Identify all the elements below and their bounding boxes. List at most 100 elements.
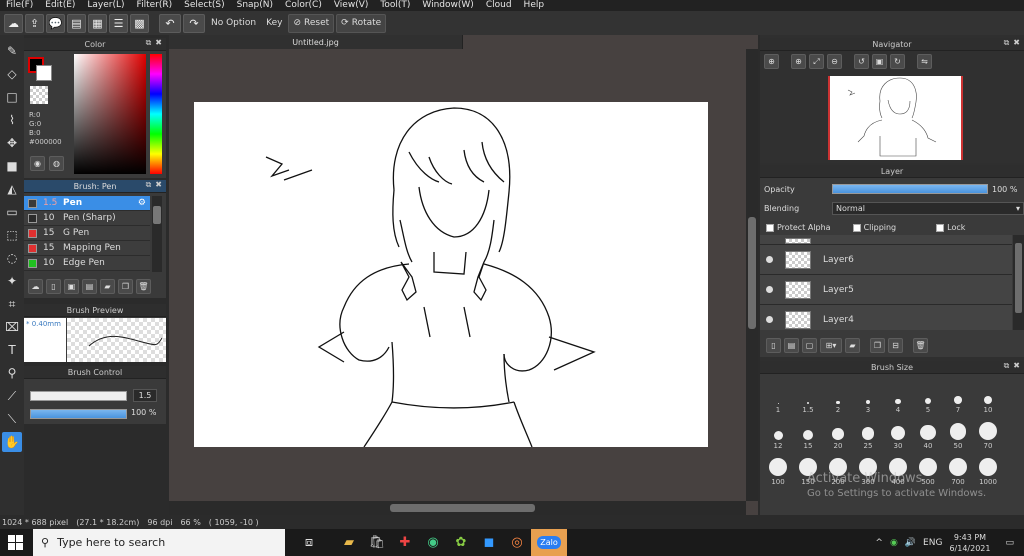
brush-size-option[interactable]: 5 [913, 378, 943, 414]
status-circle-icon[interactable]: ◉ [890, 538, 898, 548]
select-rect-icon[interactable]: ⬚ [2, 225, 22, 245]
color-set-icon[interactable]: ◍ [49, 156, 64, 171]
brush-opacity-slider[interactable] [30, 409, 127, 419]
operation-tool-icon[interactable]: ⚲ [2, 363, 22, 383]
chat-icon[interactable]: ▤ [67, 13, 86, 33]
chrome-icon[interactable]: ◉ [419, 529, 447, 556]
menu-snap[interactable]: Snap(N) [231, 0, 279, 11]
menu-cloud[interactable]: Cloud [480, 0, 518, 11]
bucket-tool-icon[interactable]: ◭ [2, 179, 22, 199]
cloud-brush-icon[interactable]: ☁ [28, 279, 43, 294]
brush-size-option[interactable]: 4 [883, 378, 913, 414]
menu-help[interactable]: Help [518, 0, 551, 11]
fill-rect-tool-icon[interactable]: ■ [2, 156, 22, 176]
eraser-tool-icon[interactable]: ◇ [2, 64, 22, 84]
menu-window[interactable]: Window(W) [416, 0, 479, 11]
brush-settings-icon[interactable]: ▤ [82, 279, 97, 294]
palette-icon[interactable]: ◉ [30, 156, 45, 171]
brush-item-pen[interactable]: 1.5 Pen ⚙ [24, 196, 150, 211]
protect-alpha-checkbox[interactable]: Protect Alpha [766, 223, 831, 232]
dropper-tool-icon[interactable]: ⟋ [2, 386, 22, 406]
lock-checkbox[interactable]: Lock [936, 223, 965, 232]
fit-icon[interactable]: ⤢ [809, 54, 824, 69]
layer-list-scrollbar[interactable] [1013, 235, 1024, 330]
navigator-preview[interactable] [828, 76, 963, 160]
menu-view[interactable]: View(V) [328, 0, 375, 11]
zoom-in-icon[interactable]: ⊕ [764, 54, 779, 69]
color-picker-icon[interactable]: ⟍ [2, 409, 22, 429]
undock-icon[interactable]: ⧉ [146, 38, 152, 48]
clipping-checkbox[interactable]: Clipping [852, 223, 896, 232]
brush-size-option[interactable]: 7 [943, 378, 973, 414]
zalo-icon[interactable]: Zalo [531, 529, 567, 556]
duplicate-layer-icon[interactable]: ❐ [870, 338, 885, 353]
gradient-tool-icon[interactable]: ▭ [2, 202, 22, 222]
select-eraser-icon[interactable]: ⌧ [2, 317, 22, 337]
brush-item-g-pen[interactable]: 15 G Pen [24, 226, 150, 241]
brush-size-option[interactable]: 20 [823, 414, 853, 450]
menu-tool[interactable]: Tool(T) [374, 0, 416, 11]
close-icon[interactable]: ✖ [155, 38, 162, 48]
clock[interactable]: 9:43 PM 6/14/2021 [949, 532, 990, 554]
firefox-icon[interactable]: ◎ [503, 529, 531, 556]
menu-select[interactable]: Select(S) [178, 0, 231, 11]
add-layer-menu-icon[interactable]: ⊞▾ [820, 338, 842, 353]
menu-file[interactable]: File(F) [0, 0, 39, 11]
transparent-color-icon[interactable] [30, 86, 48, 104]
undock-icon[interactable]: ⧉ [1004, 38, 1010, 48]
app-icon-red[interactable]: ✚ [391, 529, 419, 556]
zoom-out-icon[interactable]: ⊖ [827, 54, 842, 69]
comment-icon[interactable]: 💬 [46, 13, 65, 33]
taskbar-search[interactable]: ⚲ Type here to search [33, 529, 285, 556]
eye-icon[interactable] [766, 256, 773, 263]
pen-tool-icon[interactable]: ✎ [2, 41, 22, 61]
delete-layer-icon[interactable]: 🗑 [913, 338, 928, 353]
brush-size-option[interactable]: 1 [763, 378, 793, 414]
blending-select[interactable]: Normal ▾ [832, 202, 1024, 215]
menu-layer[interactable]: Layer(L) [81, 0, 130, 11]
new-layer-icon[interactable]: ▯ [766, 338, 781, 353]
brush-item-pen-sharp[interactable]: 10 Pen (Sharp) [24, 211, 150, 226]
document-icon[interactable]: ▦ [88, 13, 107, 33]
chevron-up-icon[interactable]: ^ [875, 538, 883, 548]
vertical-scroll-thumb[interactable] [748, 217, 756, 329]
eye-icon[interactable] [766, 316, 773, 323]
canvas-vertical-scrollbar[interactable] [746, 49, 758, 501]
rotate-button[interactable]: ⟳ Rotate [336, 13, 387, 33]
layer-row-partial[interactable] [760, 235, 1012, 245]
merge-layer-icon[interactable]: ⊟ [888, 338, 903, 353]
layer-folder-icon[interactable]: ▰ [845, 338, 860, 353]
magic-wand-icon[interactable]: ✦ [2, 271, 22, 291]
add-brush-icon[interactable]: ▣ [64, 279, 79, 294]
zoom-app-icon[interactable]: ◼ [475, 529, 503, 556]
layer-opacity-slider[interactable] [832, 184, 988, 194]
document-tab[interactable]: Untitled.jpg [169, 35, 463, 49]
cloud-icon[interactable]: ☁ [4, 13, 23, 33]
menu-filter[interactable]: Filter(R) [131, 0, 179, 11]
app-icon-green[interactable]: ✿ [447, 529, 475, 556]
brush-size-option[interactable]: 3 [853, 378, 883, 414]
brush-list-scrollbar[interactable] [152, 196, 162, 272]
brush-size-option[interactable]: 25 [853, 414, 883, 450]
brush-size-option[interactable]: 2 [823, 378, 853, 414]
redo-icon[interactable]: ↷ [183, 13, 205, 33]
color-square[interactable] [74, 54, 146, 174]
hand-tool-icon[interactable]: ✋ [2, 432, 22, 452]
brush-item-mapping-pen[interactable]: 15 Mapping Pen [24, 241, 150, 256]
canvas-horizontal-scrollbar[interactable] [169, 501, 746, 515]
rect-tool-icon[interactable]: □ [2, 87, 22, 107]
folder-icon[interactable]: ▰ [100, 279, 115, 294]
new-brush-icon[interactable]: ▯ [46, 279, 61, 294]
brush-size-option[interactable]: 10 [973, 378, 1003, 414]
language-indicator[interactable]: ENG [923, 538, 942, 548]
undock-icon[interactable]: ⧉ [146, 180, 152, 190]
notification-icon[interactable]: ▭ [1005, 538, 1014, 548]
new-layer-copy-icon[interactable]: ▤ [784, 338, 799, 353]
secondary-color-swatch[interactable] [36, 65, 52, 81]
windows-start-icon[interactable] [8, 535, 23, 550]
delete-icon[interactable]: 🗑 [136, 279, 151, 294]
close-icon[interactable]: ✖ [155, 180, 162, 190]
lasso-tool-icon[interactable]: ◌ [2, 248, 22, 268]
brush-size-option[interactable]: 40 [913, 414, 943, 450]
brush-size-option[interactable]: 1.5 [793, 378, 823, 414]
